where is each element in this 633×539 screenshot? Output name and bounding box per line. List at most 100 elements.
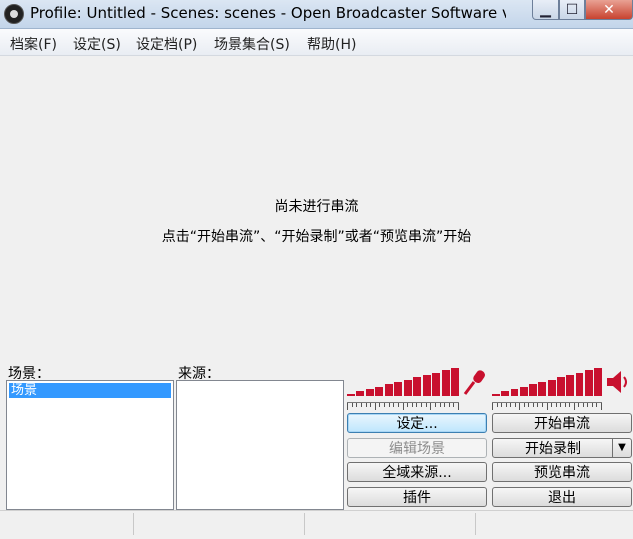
slider-tick bbox=[384, 403, 385, 407]
meter-bar bbox=[451, 368, 459, 396]
slider-tick bbox=[435, 403, 436, 407]
slider-tick bbox=[421, 403, 422, 407]
meter-bar bbox=[594, 368, 602, 396]
slider-tick bbox=[601, 403, 602, 410]
status-segment bbox=[134, 513, 305, 535]
slider-tick bbox=[565, 403, 566, 407]
start-stream-button[interactable]: 开始串流 bbox=[492, 413, 632, 433]
meter-bar bbox=[365, 389, 374, 396]
menu-profile[interactable]: 设定档(P) bbox=[136, 34, 197, 54]
status-segment bbox=[0, 513, 134, 535]
slider-tick bbox=[361, 403, 362, 407]
title-bar[interactable]: Profile: Untitled - Scenes: scenes - Ope… bbox=[0, 0, 633, 29]
slider-tick bbox=[560, 403, 561, 407]
minimize-icon: ▁ bbox=[540, 1, 551, 18]
status-bar bbox=[0, 510, 633, 539]
slider-tick bbox=[501, 403, 502, 407]
menu-help[interactable]: 帮助(H) bbox=[307, 34, 356, 54]
window-title: Profile: Untitled - Scenes: scenes - Ope… bbox=[30, 4, 506, 22]
preview-status-text: 尚未进行串流 bbox=[274, 199, 359, 215]
slider-tick bbox=[528, 403, 529, 407]
settings-button[interactable]: 设定... bbox=[347, 413, 487, 433]
slider-tick bbox=[444, 403, 445, 407]
slider-tick bbox=[449, 403, 450, 407]
meter-bar bbox=[375, 387, 384, 396]
meter-bar bbox=[441, 370, 450, 396]
edit-scene-button[interactable]: 编辑场景 bbox=[347, 438, 487, 458]
meter-bar bbox=[394, 382, 403, 396]
slider-tick bbox=[524, 403, 525, 407]
slider-tick bbox=[596, 403, 597, 407]
minimize-button[interactable]: ▁ bbox=[532, 0, 559, 20]
slider-tick bbox=[412, 403, 413, 407]
status-segment bbox=[305, 513, 476, 535]
maximize-button[interactable]: ☐ bbox=[559, 0, 585, 20]
obs-logo-icon bbox=[4, 4, 24, 24]
meter-bar bbox=[501, 391, 510, 396]
exit-button[interactable]: 退出 bbox=[492, 487, 632, 507]
meter-bar bbox=[492, 394, 500, 396]
preview-hint-text: 点击“开始串流”、“开始录制”或者“预览串流”开始 bbox=[161, 229, 472, 245]
plugins-button[interactable]: 插件 bbox=[347, 487, 487, 507]
start-record-button[interactable]: 开始录制 ▼ bbox=[492, 438, 632, 458]
slider-tick bbox=[398, 403, 399, 407]
desktop-volume-meter bbox=[492, 368, 602, 396]
slider-tick bbox=[347, 403, 348, 410]
slider-tick bbox=[430, 403, 431, 410]
slider-tick bbox=[379, 403, 380, 407]
slider-tick bbox=[583, 403, 584, 407]
slider-tick bbox=[416, 403, 417, 407]
meter-bar bbox=[510, 389, 519, 396]
menu-file[interactable]: 档案(F) bbox=[10, 34, 57, 54]
menu-scene-collection[interactable]: 场景集合(S) bbox=[214, 34, 290, 54]
slider-tick bbox=[533, 403, 534, 407]
chevron-down-icon[interactable]: ▼ bbox=[612, 439, 631, 457]
slider-tick bbox=[352, 403, 353, 407]
meter-bar bbox=[538, 382, 547, 396]
meter-bar bbox=[384, 384, 393, 396]
meter-bar bbox=[413, 377, 422, 396]
preview-area[interactable]: 尚未进行串流 点击“开始串流”、“开始录制”或者“预览串流”开始 bbox=[0, 56, 633, 361]
menu-settings[interactable]: 设定(S) bbox=[73, 34, 121, 54]
slider-tick bbox=[497, 403, 498, 407]
sources-list[interactable] bbox=[176, 380, 344, 510]
slider-tick bbox=[393, 403, 394, 407]
meter-bar bbox=[403, 380, 412, 396]
slider-tick bbox=[569, 403, 570, 407]
slider-tick bbox=[356, 403, 357, 407]
slider-tick bbox=[542, 403, 543, 407]
maximize-icon: ☐ bbox=[565, 1, 579, 18]
scenes-list[interactable]: 场景 bbox=[6, 380, 174, 510]
menu-bar: 档案(F) 设定(S) 设定档(P) 场景集合(S) 帮助(H) bbox=[0, 29, 633, 56]
slider-tick bbox=[537, 403, 538, 407]
slider-tick bbox=[515, 403, 516, 407]
meter-bar bbox=[547, 380, 556, 396]
meter-bar bbox=[422, 375, 431, 396]
meter-bar bbox=[566, 375, 575, 396]
slider-tick bbox=[426, 403, 427, 407]
speaker-icon[interactable] bbox=[604, 368, 633, 396]
mic-volume-slider[interactable] bbox=[347, 402, 459, 413]
slider-tick bbox=[587, 403, 588, 407]
status-segment bbox=[476, 513, 631, 535]
slider-tick bbox=[375, 403, 376, 410]
slider-tick bbox=[547, 403, 548, 410]
meter-bar bbox=[557, 377, 565, 396]
meter-bar bbox=[432, 373, 441, 396]
preview-stream-button[interactable]: 预览串流 bbox=[492, 462, 632, 482]
slider-tick bbox=[592, 403, 593, 407]
mic-volume-meter bbox=[347, 368, 459, 396]
desktop-volume-slider[interactable] bbox=[492, 402, 602, 413]
slider-tick bbox=[578, 403, 579, 407]
scene-item-selected[interactable]: 场景 bbox=[9, 383, 171, 398]
slider-tick bbox=[574, 403, 575, 410]
slider-tick bbox=[556, 403, 557, 407]
global-sources-button[interactable]: 全域来源... bbox=[347, 462, 487, 482]
slider-tick bbox=[440, 403, 441, 407]
meter-bar bbox=[584, 370, 593, 396]
start-record-label: 开始录制 bbox=[525, 441, 581, 457]
close-button[interactable]: ✕ bbox=[585, 0, 633, 20]
close-icon: ✕ bbox=[603, 1, 615, 18]
meter-bar bbox=[575, 373, 584, 396]
microphone-icon[interactable] bbox=[460, 368, 490, 396]
